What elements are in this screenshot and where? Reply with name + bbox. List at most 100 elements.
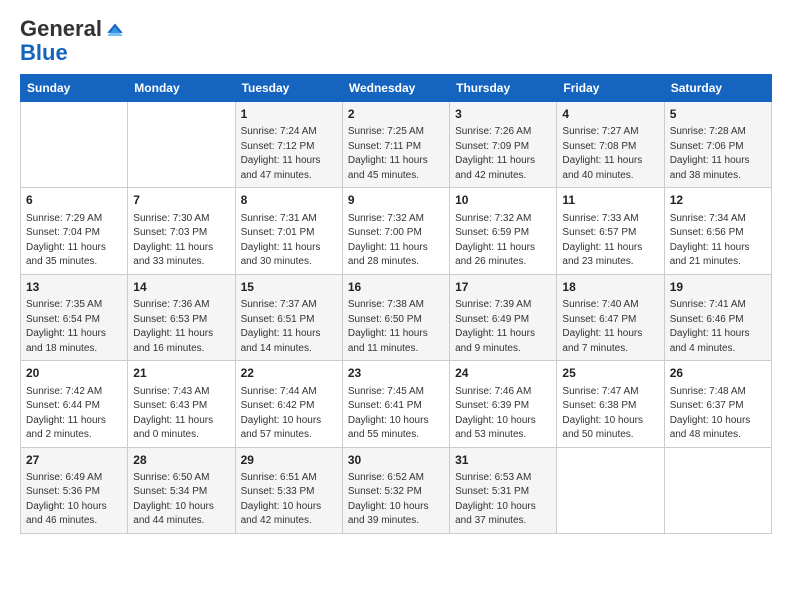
day-number: 7 xyxy=(133,192,229,209)
calendar-cell: 15Sunrise: 7:37 AMSunset: 6:51 PMDayligh… xyxy=(235,274,342,360)
day-number: 21 xyxy=(133,365,229,382)
day-content: Sunrise: 7:46 AMSunset: 6:39 PMDaylight:… xyxy=(455,385,551,443)
day-content: Sunrise: 7:26 AMSunset: 7:09 PMDaylight:… xyxy=(455,125,551,183)
day-content: Sunrise: 6:51 AMSunset: 5:33 PMDaylight:… xyxy=(241,471,337,529)
day-content: Sunrise: 7:31 AMSunset: 7:01 PMDaylight:… xyxy=(241,212,337,270)
day-content: Sunrise: 7:28 AMSunset: 7:06 PMDaylight:… xyxy=(670,125,766,183)
day-content: Sunrise: 6:50 AMSunset: 5:34 PMDaylight:… xyxy=(133,471,229,529)
calendar-cell: 28Sunrise: 6:50 AMSunset: 5:34 PMDayligh… xyxy=(128,447,235,533)
day-content: Sunrise: 6:53 AMSunset: 5:31 PMDaylight:… xyxy=(455,471,551,529)
day-number: 13 xyxy=(26,279,122,296)
day-number: 5 xyxy=(670,106,766,123)
calendar-header-wednesday: Wednesday xyxy=(342,75,449,102)
calendar-cell: 13 Sunrise: 7:35 AMSunset: 6:54 PMDayligh… xyxy=(21,274,128,360)
calendar-cell: 30 Sunrise: 6:52 AMSunset: 5:32 PMDayligh… xyxy=(342,447,449,533)
calendar-cell: 5 Sunrise: 7:28 AMSunset: 7:06 PMDaylight… xyxy=(664,102,771,188)
day-content: Sunrise: 7:45 AMSunset: 6:41 PMDaylight:… xyxy=(348,385,444,443)
day-content: Sunrise: 7:35 AMSunset: 6:54 PMDaylight:… xyxy=(26,298,122,356)
calendar-cell: 18 Sunrise: 7:40 AMSunset: 6:47 PMDayligh… xyxy=(557,274,664,360)
day-number: 2 xyxy=(348,106,444,123)
calendar-cell: 6Sunrise: 7:29 AMSunset: 7:04 PMDaylight… xyxy=(21,188,128,274)
calendar-cell: 17Sunrise: 7:39 AMSunset: 6:49 PMDayligh… xyxy=(450,274,557,360)
calendar: SundayMondayTuesdayWednesdayThursdayFrid… xyxy=(20,74,772,534)
calendar-cell: 2 Sunrise: 7:25 AMSunset: 7:11 PMDaylight… xyxy=(342,102,449,188)
day-number: 20 xyxy=(26,365,122,382)
calendar-cell: 11 Sunrise: 7:33 AMSunset: 6:57 PMDayligh… xyxy=(557,188,664,274)
calendar-week-2: 6Sunrise: 7:29 AMSunset: 7:04 PMDaylight… xyxy=(21,188,772,274)
calendar-header-saturday: Saturday xyxy=(664,75,771,102)
day-number: 22 xyxy=(241,365,337,382)
day-content: Sunrise: 7:41 AMSunset: 6:46 PMDaylight:… xyxy=(670,298,766,356)
calendar-header-tuesday: Tuesday xyxy=(235,75,342,102)
logo-icon xyxy=(104,22,126,36)
day-number: 18 xyxy=(562,279,658,296)
calendar-header-row: SundayMondayTuesdayWednesdayThursdayFrid… xyxy=(21,75,772,102)
day-content: Sunrise: 7:29 AMSunset: 7:04 PMDaylight:… xyxy=(26,212,122,270)
day-content: Sunrise: 7:33 AMSunset: 6:57 PMDaylight:… xyxy=(562,212,658,270)
calendar-week-3: 13 Sunrise: 7:35 AMSunset: 6:54 PMDayligh… xyxy=(21,274,772,360)
calendar-body: 1 Sunrise: 7:24 AMSunset: 7:12 PMDaylight… xyxy=(21,102,772,534)
day-number: 1 xyxy=(241,106,337,123)
day-content: Sunrise: 7:32 AMSunset: 7:00 PMDaylight:… xyxy=(348,212,444,270)
day-content: Sunrise: 6:49 AMSunset: 5:36 PMDaylight:… xyxy=(26,471,122,529)
calendar-week-4: 20Sunrise: 7:42 AMSunset: 6:44 PMDayligh… xyxy=(21,361,772,447)
calendar-cell: 7 Sunrise: 7:30 AMSunset: 7:03 PMDaylight… xyxy=(128,188,235,274)
day-number: 26 xyxy=(670,365,766,382)
day-content: Sunrise: 7:44 AMSunset: 6:42 PMDaylight:… xyxy=(241,385,337,443)
calendar-cell: 29 Sunrise: 6:51 AMSunset: 5:33 PMDayligh… xyxy=(235,447,342,533)
calendar-header-monday: Monday xyxy=(128,75,235,102)
day-number: 23 xyxy=(348,365,444,382)
calendar-cell: 19 Sunrise: 7:41 AMSunset: 6:46 PMDayligh… xyxy=(664,274,771,360)
day-content: Sunrise: 7:30 AMSunset: 7:03 PMDaylight:… xyxy=(133,212,229,270)
day-number: 11 xyxy=(562,192,658,209)
calendar-cell: 31 Sunrise: 6:53 AMSunset: 5:31 PMDayligh… xyxy=(450,447,557,533)
day-content: Sunrise: 7:47 AMSunset: 6:38 PMDaylight:… xyxy=(562,385,658,443)
day-number: 31 xyxy=(455,452,551,469)
day-content: Sunrise: 7:24 AMSunset: 7:12 PMDaylight:… xyxy=(241,125,337,183)
calendar-header-thursday: Thursday xyxy=(450,75,557,102)
day-number: 4 xyxy=(562,106,658,123)
calendar-cell: 16 Sunrise: 7:38 AMSunset: 6:50 PMDayligh… xyxy=(342,274,449,360)
calendar-cell: 8 Sunrise: 7:31 AMSunset: 7:01 PMDaylight… xyxy=(235,188,342,274)
calendar-cell xyxy=(557,447,664,533)
day-number: 15 xyxy=(241,279,337,296)
calendar-cell: 25Sunrise: 7:47 AMSunset: 6:38 PMDayligh… xyxy=(557,361,664,447)
calendar-cell: 22 Sunrise: 7:44 AMSunset: 6:42 PMDayligh… xyxy=(235,361,342,447)
calendar-cell: 24 Sunrise: 7:46 AMSunset: 6:39 PMDayligh… xyxy=(450,361,557,447)
day-number: 30 xyxy=(348,452,444,469)
day-content: Sunrise: 7:40 AMSunset: 6:47 PMDaylight:… xyxy=(562,298,658,356)
calendar-cell: 21 Sunrise: 7:43 AMSunset: 6:43 PMDayligh… xyxy=(128,361,235,447)
day-number: 16 xyxy=(348,279,444,296)
logo-general: General xyxy=(20,16,102,42)
day-content: Sunrise: 7:27 AMSunset: 7:08 PMDaylight:… xyxy=(562,125,658,183)
day-number: 10 xyxy=(455,192,551,209)
header: General Blue xyxy=(20,16,772,64)
calendar-cell xyxy=(21,102,128,188)
day-content: Sunrise: 7:38 AMSunset: 6:50 PMDaylight:… xyxy=(348,298,444,356)
calendar-week-5: 27Sunrise: 6:49 AMSunset: 5:36 PMDayligh… xyxy=(21,447,772,533)
day-number: 3 xyxy=(455,106,551,123)
calendar-week-1: 1 Sunrise: 7:24 AMSunset: 7:12 PMDaylight… xyxy=(21,102,772,188)
day-content: Sunrise: 7:43 AMSunset: 6:43 PMDaylight:… xyxy=(133,385,229,443)
calendar-cell: 26Sunrise: 7:48 AMSunset: 6:37 PMDayligh… xyxy=(664,361,771,447)
day-content: Sunrise: 6:52 AMSunset: 5:32 PMDaylight:… xyxy=(348,471,444,529)
day-number: 24 xyxy=(455,365,551,382)
day-content: Sunrise: 7:36 AMSunset: 6:53 PMDaylight:… xyxy=(133,298,229,356)
calendar-header-sunday: Sunday xyxy=(21,75,128,102)
calendar-cell: 10 Sunrise: 7:32 AMSunset: 6:59 PMDayligh… xyxy=(450,188,557,274)
day-number: 8 xyxy=(241,192,337,209)
calendar-cell xyxy=(128,102,235,188)
logo-blue: Blue xyxy=(20,42,68,64)
calendar-cell: 3 Sunrise: 7:26 AMSunset: 7:09 PMDaylight… xyxy=(450,102,557,188)
calendar-cell: 9 Sunrise: 7:32 AMSunset: 7:00 PMDaylight… xyxy=(342,188,449,274)
day-number: 19 xyxy=(670,279,766,296)
calendar-cell: 4 Sunrise: 7:27 AMSunset: 7:08 PMDaylight… xyxy=(557,102,664,188)
day-number: 12 xyxy=(670,192,766,209)
day-number: 14 xyxy=(133,279,229,296)
day-content: Sunrise: 7:25 AMSunset: 7:11 PMDaylight:… xyxy=(348,125,444,183)
day-content: Sunrise: 7:32 AMSunset: 6:59 PMDaylight:… xyxy=(455,212,551,270)
day-number: 29 xyxy=(241,452,337,469)
day-number: 9 xyxy=(348,192,444,209)
calendar-cell: 27Sunrise: 6:49 AMSunset: 5:36 PMDayligh… xyxy=(21,447,128,533)
calendar-cell: 1 Sunrise: 7:24 AMSunset: 7:12 PMDaylight… xyxy=(235,102,342,188)
